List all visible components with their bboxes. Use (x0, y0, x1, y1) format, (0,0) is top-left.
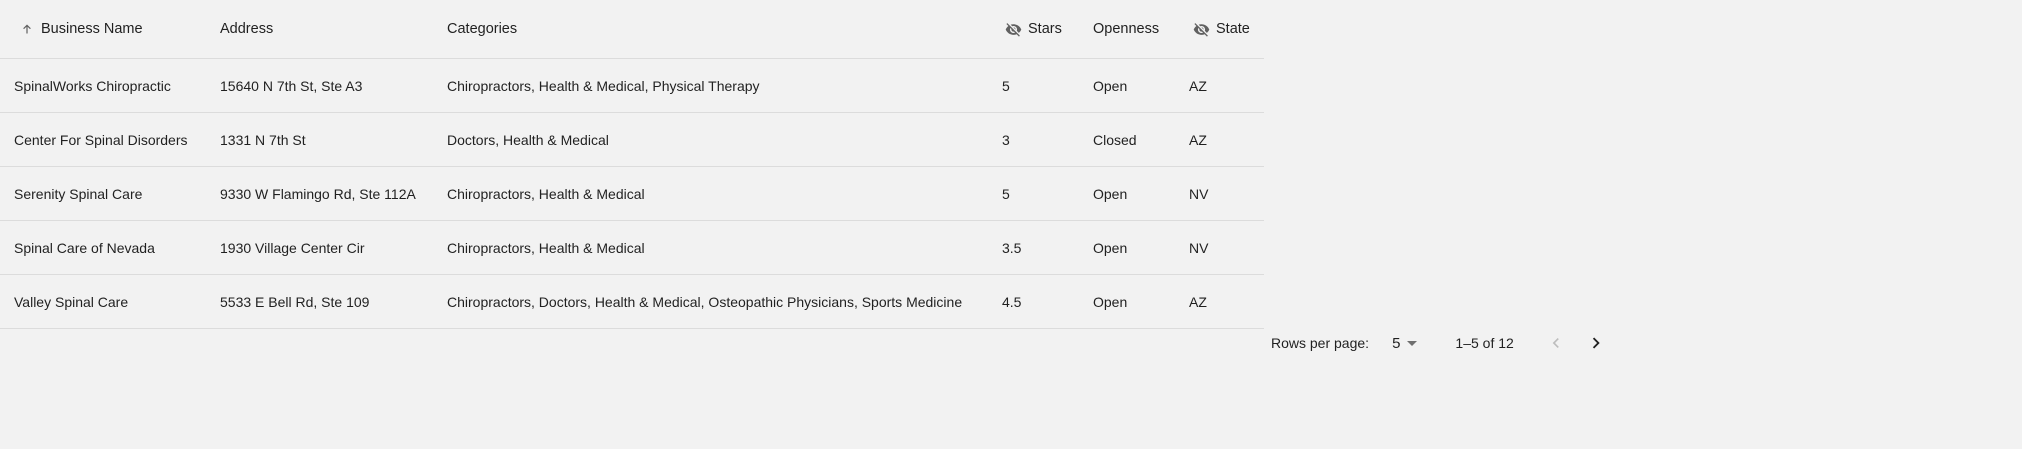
table-row[interactable]: Valley Spinal Care 5533 E Bell Rd, Ste 1… (0, 275, 1264, 329)
cell-openness: Open (1093, 293, 1128, 310)
cell-address: 5533 E Bell Rd, Ste 109 (220, 293, 370, 310)
table-header-row: Business Name Address Categories Stars O… (0, 0, 1264, 59)
column-header-stars[interactable]: Stars (1005, 0, 1062, 58)
chevron-right-icon (1592, 337, 1600, 349)
table-row[interactable]: Center For Spinal Disorders 1331 N 7th S… (0, 113, 1264, 167)
cell-business-name: Spinal Care of Nevada (14, 239, 155, 256)
cell-business-name: Serenity Spinal Care (14, 185, 143, 202)
cell-stars: 5 (1002, 185, 1010, 202)
column-header-label: Stars (1028, 21, 1062, 37)
cell-categories: Chiropractors, Doctors, Health & Medical… (447, 293, 963, 310)
cell-state: AZ (1189, 131, 1207, 148)
column-header-business-name[interactable]: Business Name (20, 0, 143, 58)
column-header-label: Business Name (41, 21, 143, 37)
column-header-label: Address (220, 21, 274, 37)
cell-address: 1331 N 7th St (220, 131, 306, 148)
caret-down-icon (1407, 340, 1418, 346)
cell-address: 1930 Village Center Cir (220, 239, 365, 256)
cell-stars: 5 (1002, 77, 1010, 94)
rows-per-page-label: Rows per page: (1271, 335, 1370, 351)
table-row[interactable]: Spinal Care of Nevada 1930 Village Cente… (0, 221, 1264, 275)
cell-state: NV (1189, 185, 1209, 202)
column-header-label: Categories (447, 21, 518, 37)
cell-openness: Closed (1093, 131, 1137, 148)
cell-stars: 4.5 (1002, 293, 1022, 310)
cell-openness: Open (1093, 239, 1128, 256)
cell-stars: 3 (1002, 131, 1010, 148)
cell-address: 15640 N 7th St, Ste A3 (220, 77, 363, 94)
table-row[interactable]: Serenity Spinal Care 9330 W Flamingo Rd,… (0, 167, 1264, 221)
cell-business-name: SpinalWorks Chiropractic (14, 77, 171, 94)
cell-categories: Chiropractors, Health & Medical (447, 239, 645, 256)
visibility-off-icon[interactable] (1005, 21, 1022, 38)
cell-address: 9330 W Flamingo Rd, Ste 112A (220, 185, 416, 202)
cell-stars: 3.5 (1002, 239, 1022, 256)
table-pagination: Rows per page: 5 1–5 of 12 (1264, 323, 1608, 363)
visibility-off-icon[interactable] (1193, 21, 1210, 38)
cell-state: AZ (1189, 77, 1207, 94)
next-page-button[interactable] (1584, 331, 1608, 355)
arrow-up-icon[interactable] (20, 22, 34, 36)
table-row[interactable]: SpinalWorks Chiropractic 15640 N 7th St,… (0, 59, 1264, 113)
cell-state: AZ (1189, 293, 1207, 310)
cell-openness: Open (1093, 77, 1128, 94)
column-header-categories[interactable]: Categories (447, 0, 517, 58)
previous-page-button[interactable] (1544, 331, 1568, 355)
cell-openness: Open (1093, 185, 1128, 202)
column-header-label: State (1216, 21, 1250, 37)
column-header-label: Openness (1093, 21, 1160, 37)
cell-categories: Chiropractors, Health & Medical (447, 185, 645, 202)
pagination-range: 1–5 of 12 (1455, 335, 1514, 351)
cell-business-name: Center For Spinal Disorders (14, 131, 188, 148)
chevron-left-icon (1552, 338, 1559, 348)
column-header-openness[interactable]: Openness (1093, 0, 1159, 58)
cell-business-name: Valley Spinal Care (14, 293, 129, 310)
data-table: Business Name Address Categories Stars O… (0, 0, 1264, 329)
cell-categories: Chiropractors, Health & Medical, Physica… (447, 77, 760, 94)
cell-state: NV (1189, 239, 1209, 256)
rows-per-page-select[interactable]: 5 (1392, 334, 1418, 352)
rows-per-page-value: 5 (1392, 334, 1401, 352)
cell-categories: Doctors, Health & Medical (447, 131, 609, 148)
column-header-address[interactable]: Address (220, 0, 273, 58)
column-header-state[interactable]: State (1193, 0, 1250, 58)
